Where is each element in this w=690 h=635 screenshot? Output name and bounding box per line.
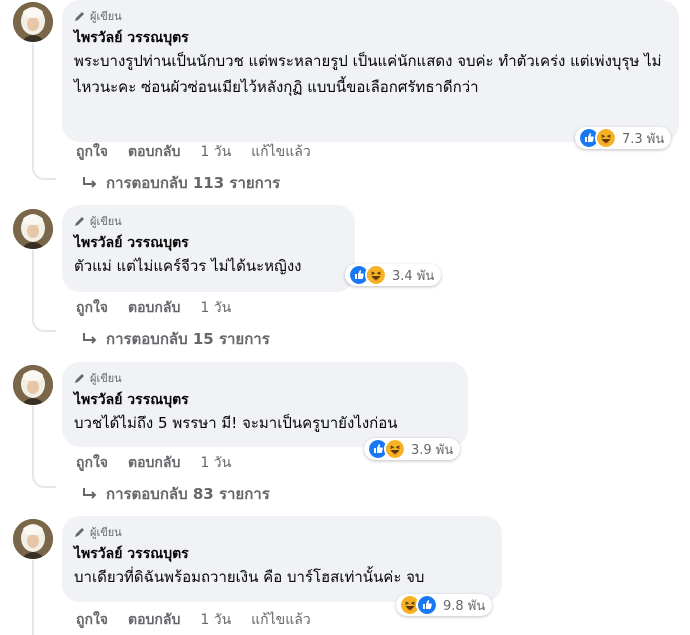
haha-icon xyxy=(595,127,617,149)
comment-author[interactable]: ไพรวัลย์ วรรณบุตร xyxy=(74,390,456,410)
reply-button[interactable]: ตอบกลับ xyxy=(128,609,180,631)
thread-line xyxy=(32,250,34,314)
edited-label[interactable]: แก้ไขแล้ว xyxy=(251,141,311,163)
comment-bubble: ผู้เขียน ไพรวัลย์ วรรณบุตร ตัวแม่ แต่ไม่… xyxy=(62,205,355,292)
comment-author[interactable]: ไพรวัลย์ วรรณบุตร xyxy=(74,544,490,564)
thread-connector xyxy=(32,162,56,180)
reaction-count: 7.3 พัน xyxy=(622,131,665,147)
avatar[interactable] xyxy=(13,2,53,42)
like-button[interactable]: ถูกใจ xyxy=(76,141,108,163)
comment-timestamp[interactable]: 1 วัน xyxy=(200,609,231,631)
thread-line xyxy=(32,44,34,162)
reply-arrow-icon xyxy=(83,488,97,499)
comment-actions: ถูกใจ ตอบกลับ 1 วัน แก้ไขแล้ว xyxy=(76,609,311,631)
pencil-icon xyxy=(75,217,84,226)
comment-author[interactable]: ไพรวัลย์ วรรณบุตร xyxy=(74,28,667,48)
comment-author[interactable]: ไพรวัลย์ วรรณบุตร xyxy=(74,233,343,253)
reaction-count: 3.9 พัน xyxy=(411,442,454,458)
pencil-icon xyxy=(75,12,84,21)
reply-arrow-icon xyxy=(83,177,97,188)
like-button[interactable]: ถูกใจ xyxy=(76,452,108,474)
comment-timestamp[interactable]: 1 วัน xyxy=(200,452,231,474)
replies-count[interactable]: การตอบกลับ 15 รายการ xyxy=(106,327,270,351)
view-replies-link[interactable]: การตอบกลับ 83 รายการ xyxy=(82,482,270,506)
thread-line xyxy=(32,406,34,470)
like-icon xyxy=(416,594,438,616)
replies-count[interactable]: การตอบกลับ 113 รายการ xyxy=(106,171,280,195)
edited-label[interactable]: แก้ไขแล้ว xyxy=(251,609,311,631)
comment-text: ตัวแม่ แต่ไม่แคร์จีวร ไม่ได้นะหญิงง xyxy=(74,257,302,275)
reaction-summary[interactable]: 7.3 พัน xyxy=(575,127,672,149)
comment-bubble: ผู้เขียน ไพรวัลย์ วรรณบุตร บวชได้ไม่ถึง … xyxy=(62,362,468,447)
comment-actions: ถูกใจ ตอบกลับ 1 วัน xyxy=(76,452,231,474)
comment-text: บาเดียวที่ดิฉันพร้อมถวายเงิน คือ บาร์โฮส… xyxy=(74,568,425,586)
like-button[interactable]: ถูกใจ xyxy=(76,297,108,319)
reaction-summary[interactable]: 3.4 พัน xyxy=(345,264,442,286)
author-badge-label: ผู้เขียน xyxy=(90,215,122,228)
pencil-icon xyxy=(75,528,84,537)
comment-actions: ถูกใจ ตอบกลับ 1 วัน แก้ไขแล้ว xyxy=(76,141,311,163)
author-badge-label: ผู้เขียน xyxy=(90,372,122,385)
reply-arrow-icon xyxy=(83,333,97,344)
thread-connector xyxy=(32,314,56,332)
avatar[interactable] xyxy=(13,209,53,249)
view-replies-link[interactable]: การตอบกลับ 15 รายการ xyxy=(82,327,270,351)
reply-button[interactable]: ตอบกลับ xyxy=(128,297,180,319)
avatar[interactable] xyxy=(13,519,53,559)
author-badge: ผู้เขียน xyxy=(74,213,343,229)
view-replies-link[interactable]: การตอบกลับ 113 รายการ xyxy=(82,171,280,195)
reaction-summary[interactable]: 9.8 พัน xyxy=(396,594,493,616)
pencil-icon xyxy=(75,374,84,383)
replies-count[interactable]: การตอบกลับ 83 รายการ xyxy=(106,482,270,506)
thread-line xyxy=(32,560,34,635)
author-badge-label: ผู้เขียน xyxy=(90,10,122,23)
comment-text: พระบางรูปท่านเป็นนักบวช แต่พระหลายรูป เป… xyxy=(74,52,662,96)
author-badge-label: ผู้เขียน xyxy=(90,526,122,539)
reaction-count: 3.4 พัน xyxy=(392,268,435,284)
comment-timestamp[interactable]: 1 วัน xyxy=(200,297,231,319)
comment-timestamp[interactable]: 1 วัน xyxy=(200,141,231,163)
reply-button[interactable]: ตอบกลับ xyxy=(128,452,180,474)
reaction-summary[interactable]: 3.9 พัน xyxy=(364,438,461,460)
thread-connector xyxy=(32,470,56,488)
reply-button[interactable]: ตอบกลับ xyxy=(128,141,180,163)
comment-bubble: ผู้เขียน ไพรวัลย์ วรรณบุตร พระบางรูปท่าน… xyxy=(62,0,679,142)
like-button[interactable]: ถูกใจ xyxy=(76,609,108,631)
author-badge: ผู้เขียน xyxy=(74,524,490,540)
haha-icon xyxy=(384,438,406,460)
haha-icon xyxy=(365,264,387,286)
comment-actions: ถูกใจ ตอบกลับ 1 วัน xyxy=(76,297,231,319)
author-badge: ผู้เขียน xyxy=(74,370,456,386)
reaction-count: 9.8 พัน xyxy=(443,598,486,614)
author-badge: ผู้เขียน xyxy=(74,8,667,24)
comment-bubble: ผู้เขียน ไพรวัลย์ วรรณบุตร บาเดียวที่ดิฉ… xyxy=(62,516,502,602)
avatar[interactable] xyxy=(13,365,53,405)
comment-text: บวชได้ไม่ถึง 5 พรรษา มี! จะมาเป็นครูบายั… xyxy=(74,414,398,432)
